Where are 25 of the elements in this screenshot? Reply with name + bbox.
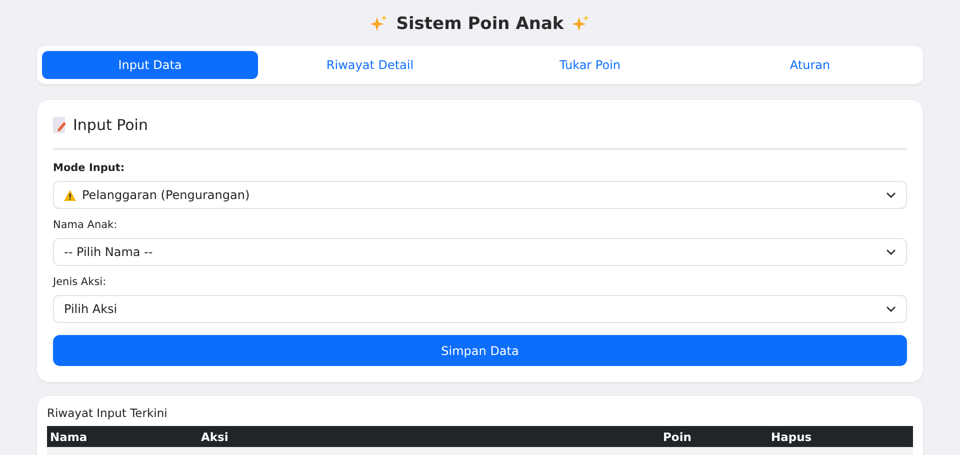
select-field[interactable]: Pilih Aksi: [53, 295, 907, 323]
column-header: Poin: [662, 430, 692, 444]
tab[interactable]: Input Data: [42, 51, 258, 79]
select-field[interactable]: -- Pilih Nama --: [53, 238, 907, 266]
column-header: Hapus: [770, 430, 813, 444]
memo-icon: [53, 117, 67, 133]
chevron-down-icon: [886, 192, 896, 198]
field-label: Mode Input:: [53, 162, 126, 174]
sparkles-icon: [572, 15, 590, 33]
section-title: Riwayat Input Terkini: [47, 406, 168, 420]
tab[interactable]: Riwayat Detail: [262, 51, 478, 79]
sparkles-icon: [370, 15, 388, 33]
column-header: Aksi: [200, 430, 230, 444]
tab[interactable]: Aturan: [702, 51, 918, 79]
app-title: Sistem Poin Anak: [396, 14, 564, 34]
field-label: Jenis Aksi:: [53, 276, 108, 288]
save-button[interactable]: Simpan Data: [53, 335, 907, 366]
field-label: Nama Anak:: [53, 219, 118, 231]
chevron-down-icon: [886, 306, 896, 312]
chevron-down-icon: [886, 249, 896, 255]
card-heading: Input Poin: [73, 116, 148, 134]
tab[interactable]: Tukar Poin: [482, 51, 698, 79]
warning-icon: [64, 190, 76, 200]
column-header: Nama: [49, 430, 88, 444]
select-field[interactable]: Pelanggaran (Pengurangan): [53, 181, 907, 209]
